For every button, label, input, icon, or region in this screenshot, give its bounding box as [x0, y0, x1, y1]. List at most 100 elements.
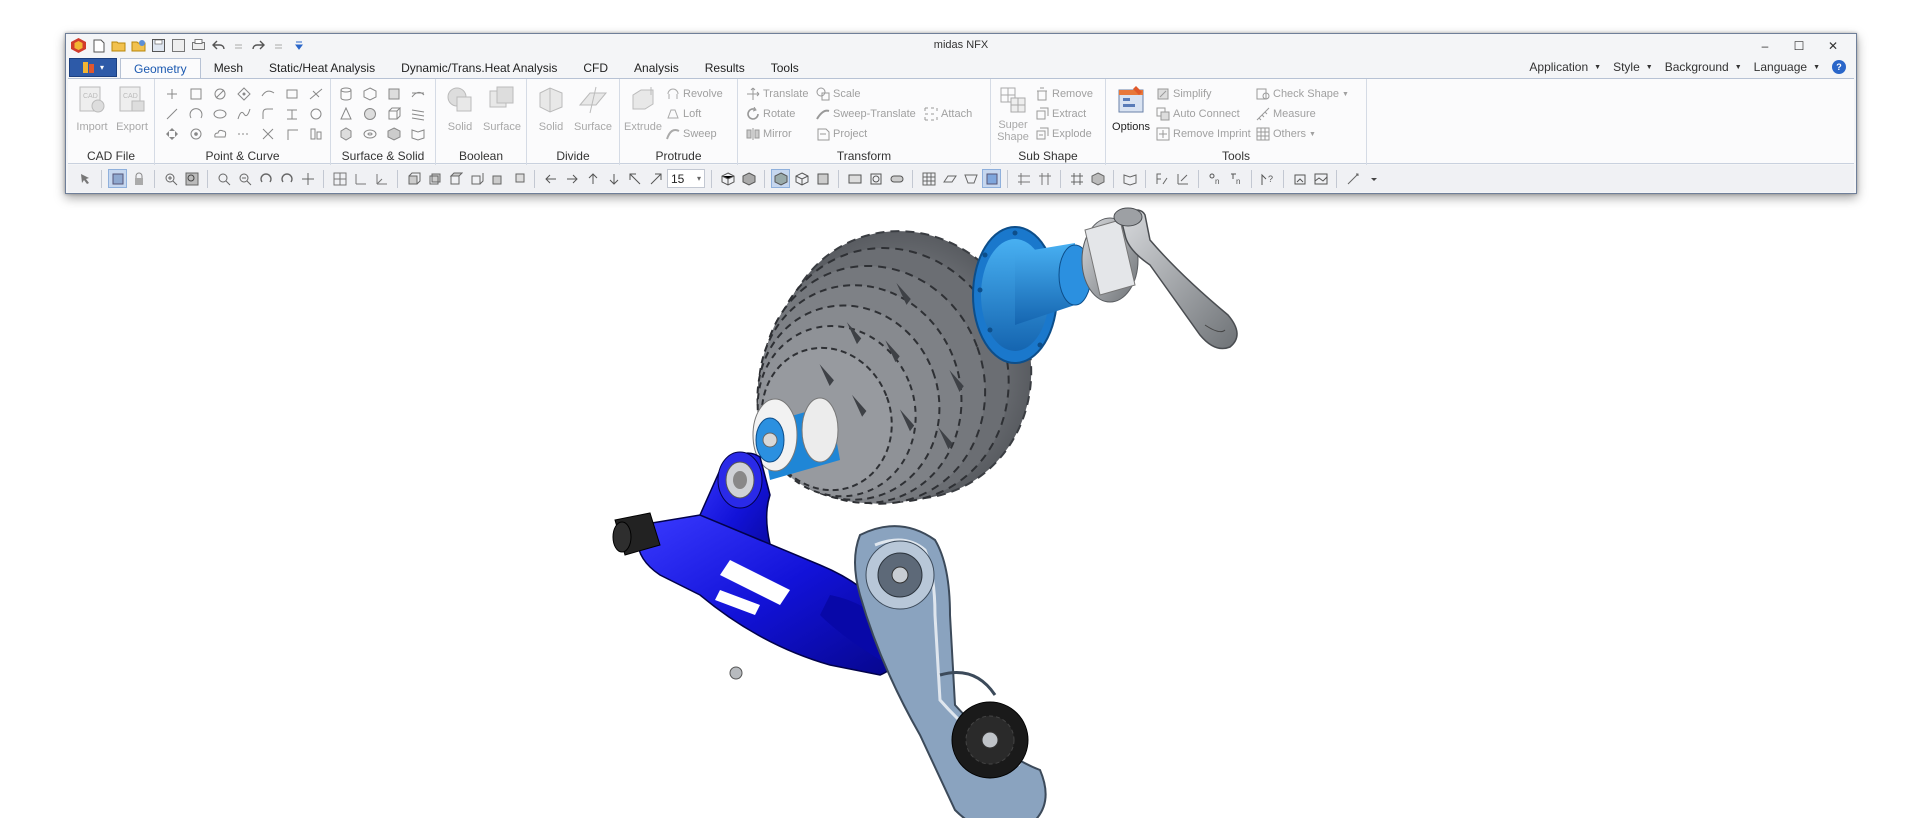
show-all-icon[interactable] — [1120, 169, 1139, 188]
tab-geometry[interactable]: Geometry — [120, 58, 201, 79]
zoom-window-icon[interactable] — [182, 169, 201, 188]
line-icon[interactable] — [163, 105, 181, 122]
sphere-icon[interactable] — [361, 105, 379, 122]
tab-tools[interactable]: Tools — [758, 58, 812, 78]
axis-plane-icon[interactable] — [372, 169, 391, 188]
grid-view-icon[interactable] — [330, 169, 349, 188]
extrude-button[interactable]: Extrude — [622, 85, 664, 133]
divide-solid-button[interactable]: Solid — [531, 85, 571, 133]
select-mode-icon[interactable] — [76, 169, 95, 188]
divide-surface-button[interactable]: Surface — [573, 85, 613, 133]
render-view-icon[interactable] — [982, 169, 1001, 188]
tab-results[interactable]: Results — [692, 58, 758, 78]
show-geometry-icon[interactable] — [866, 169, 885, 188]
arrow-down-icon[interactable] — [604, 169, 623, 188]
bicycle-drivetrain-model[interactable] — [0, 195, 1920, 823]
arrow-up-left-icon[interactable] — [625, 169, 644, 188]
help-icon[interactable]: ? — [1832, 60, 1846, 74]
hash-grid-icon[interactable] — [1067, 169, 1086, 188]
tab-cfd[interactable]: CFD — [570, 58, 621, 78]
plane-icon[interactable] — [940, 169, 959, 188]
ellipse-icon[interactable] — [211, 105, 229, 122]
arrow-right-icon[interactable] — [562, 169, 581, 188]
arc-icon[interactable] — [187, 105, 205, 122]
circle-icon[interactable] — [211, 85, 229, 102]
rear-hub[interactable] — [972, 226, 1092, 364]
sweep-button[interactable]: Sweep — [666, 125, 717, 143]
snapshot-icon[interactable] — [1311, 169, 1330, 188]
minimize-button[interactable]: – — [1748, 36, 1782, 55]
perspective-icon[interactable] — [961, 169, 980, 188]
wire-surface-icon[interactable] — [409, 105, 427, 122]
view-front-icon[interactable] — [404, 169, 423, 188]
lock-icon[interactable] — [129, 169, 148, 188]
application-menu-button[interactable]: ▾ — [69, 58, 117, 77]
spline-icon[interactable] — [235, 105, 253, 122]
axis-view-icon[interactable] — [351, 169, 370, 188]
tab-mesh[interactable]: Mesh — [201, 58, 256, 78]
swept-surface-icon[interactable] — [409, 85, 427, 102]
center-point-icon[interactable] — [187, 125, 205, 142]
view-right-icon[interactable] — [509, 169, 528, 188]
intersect-curve-icon[interactable] — [307, 85, 325, 102]
label-on-icon[interactable]: n — [1205, 169, 1224, 188]
torus-icon[interactable] — [361, 125, 379, 142]
others-button[interactable]: Others ▼ — [1256, 125, 1316, 143]
tab-dynamic-trans-heat-analysis[interactable]: Dynamic/Trans.Heat Analysis — [388, 58, 570, 78]
background-menu[interactable]: Background ▼ — [1665, 60, 1742, 74]
more-tools-icon[interactable] — [1364, 169, 1383, 188]
offset-curve-icon[interactable] — [283, 85, 301, 102]
node-number-icon[interactable] — [1152, 169, 1171, 188]
measure-distance-icon[interactable] — [1343, 169, 1362, 188]
display-options-icon[interactable] — [887, 169, 906, 188]
grid-toggle-icon[interactable] — [919, 169, 938, 188]
zoom-fit-icon[interactable] — [235, 169, 254, 188]
fillet-curve-icon[interactable] — [259, 105, 277, 122]
box-solid-icon[interactable] — [361, 85, 379, 102]
loft-button[interactable]: Loft — [666, 105, 701, 123]
arrow-up-icon[interactable] — [583, 169, 602, 188]
explode-button[interactable]: Explode — [1035, 125, 1092, 143]
sweep-translate-button[interactable]: Sweep-Translate — [816, 105, 916, 123]
arrow-up-right-icon[interactable] — [646, 169, 665, 188]
model-viewport[interactable] — [0, 195, 1920, 823]
shade-mode-icon[interactable] — [771, 169, 790, 188]
cloud-curve-icon[interactable] — [211, 125, 229, 142]
section-view-icon[interactable] — [1014, 169, 1033, 188]
style-menu[interactable]: Style ▼ — [1613, 60, 1653, 74]
attach-button[interactable]: Attach — [924, 105, 972, 123]
rotate-button[interactable]: Rotate — [746, 105, 795, 123]
hidden-line-icon[interactable] — [813, 169, 832, 188]
mirror-button[interactable]: Mirror — [746, 125, 792, 143]
point-icon[interactable] — [163, 85, 181, 102]
zoom-icon[interactable] — [214, 169, 233, 188]
language-menu[interactable]: Language ▼ — [1754, 60, 1820, 74]
split-curve-icon[interactable] — [307, 125, 325, 142]
close-button[interactable]: ✕ — [1816, 36, 1850, 55]
cylinder-icon[interactable] — [337, 85, 355, 102]
boolean-surface-button[interactable]: Surface — [482, 85, 522, 133]
select-filter-icon[interactable] — [108, 169, 127, 188]
measure-button[interactable]: Measure — [1256, 105, 1316, 123]
query-icon[interactable]: ? — [1258, 169, 1277, 188]
pan-icon[interactable] — [298, 169, 317, 188]
revolve-button[interactable]: Revolve — [666, 85, 723, 103]
quick-release-lever[interactable] — [1081, 207, 1238, 350]
boolean-solid-button[interactable]: Solid — [440, 85, 480, 133]
view-bottom-icon[interactable] — [467, 169, 486, 188]
extend-icon[interactable] — [307, 105, 325, 122]
auto-connect-button[interactable]: Auto Connect — [1156, 105, 1240, 123]
dashed-line-icon[interactable] — [235, 125, 253, 142]
prism-icon[interactable] — [337, 125, 355, 142]
maximize-button[interactable]: ☐ — [1782, 36, 1816, 55]
export-button[interactable]: CAD Export — [112, 85, 152, 133]
translate-button[interactable]: Translate — [746, 85, 808, 103]
tab-static-heat-analysis[interactable]: Static/Heat Analysis — [256, 58, 388, 78]
view-top-icon[interactable] — [446, 169, 465, 188]
element-number-icon[interactable] — [1173, 169, 1192, 188]
show-mesh-icon[interactable] — [845, 169, 864, 188]
object-display-icon[interactable] — [1088, 169, 1107, 188]
face-icon[interactable] — [385, 85, 403, 102]
application-menu[interactable]: Application ▼ — [1529, 60, 1601, 74]
move-point-icon[interactable] — [163, 125, 181, 142]
